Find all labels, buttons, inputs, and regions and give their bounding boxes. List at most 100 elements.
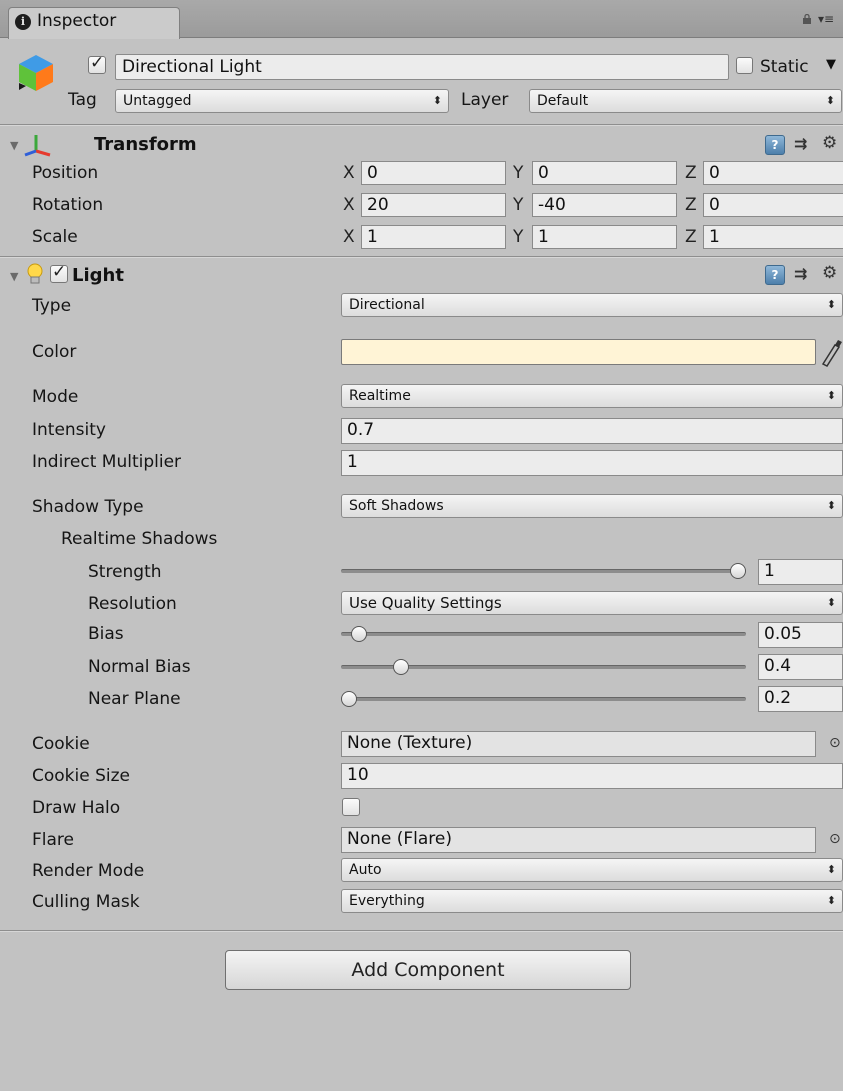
static-checkbox[interactable] (736, 57, 753, 74)
position-x-field[interactable]: 0 (361, 161, 506, 185)
layer-dropdown[interactable]: Default ⬍ (529, 89, 842, 113)
scale-z-field[interactable]: 1 (703, 225, 843, 249)
light-enabled-checkbox[interactable]: ✓ (50, 262, 68, 283)
tag-dropdown-value: Untagged (123, 93, 192, 109)
dropdown-arrow-icon: ⬍ (826, 863, 836, 876)
bias-slider-thumb[interactable] (350, 626, 367, 642)
normal-bias-slider-thumb[interactable] (392, 659, 409, 675)
object-picker-icon[interactable]: ⊙ (829, 735, 841, 751)
axis-x-label[interactable]: X (343, 194, 355, 216)
near-plane-label: Near Plane (88, 689, 181, 709)
transform-axes-icon (24, 135, 51, 157)
scale-label: Scale (32, 227, 78, 247)
culling-mask-dropdown-value: Everything (349, 893, 425, 909)
strength-label: Strength (88, 562, 162, 582)
tag-dropdown[interactable]: Untagged ⬍ (115, 89, 449, 113)
culling-mask-label: Culling Mask (32, 892, 140, 912)
axis-y-label[interactable]: Y (513, 162, 523, 184)
preset-icon[interactable]: ⇉ (794, 134, 807, 153)
intensity-label: Intensity (32, 420, 106, 440)
tab-inspector[interactable]: i Inspector (8, 7, 180, 39)
divider (0, 125, 843, 126)
type-label: Type (32, 296, 72, 316)
scale-y-field[interactable]: 1 (532, 225, 677, 249)
indirect-multiplier-field[interactable]: 1 (341, 450, 843, 476)
tag-label: Tag (68, 90, 97, 110)
render-mode-dropdown-value: Auto (349, 862, 382, 878)
position-y-field[interactable]: 0 (532, 161, 677, 185)
dropdown-arrow-icon: ⬍ (826, 499, 836, 512)
tab-label: Inspector (37, 11, 117, 31)
shadow-type-label: Shadow Type (32, 497, 144, 517)
help-icon[interactable]: ? (765, 135, 785, 155)
color-field[interactable] (341, 339, 816, 365)
resolution-label: Resolution (88, 594, 177, 614)
near-plane-field[interactable]: 0.2 (758, 686, 843, 712)
strength-slider-thumb[interactable] (730, 563, 746, 579)
axis-y-label[interactable]: Y (513, 226, 523, 248)
help-icon[interactable]: ? (765, 265, 785, 285)
mode-dropdown[interactable]: Realtime ⬍ (341, 384, 843, 408)
axis-x-label[interactable]: X (343, 226, 355, 248)
gear-icon[interactable]: ⚙ (822, 133, 837, 153)
indirect-multiplier-label: Indirect Multiplier (32, 452, 182, 472)
object-name-input[interactable]: Directional Light (115, 54, 729, 80)
active-checkbox[interactable]: ✓ (88, 53, 106, 74)
mode-label: Mode (32, 387, 79, 407)
strength-slider-track[interactable] (341, 569, 746, 573)
dropdown-arrow-icon: ⬍ (825, 94, 835, 107)
rotation-z-field[interactable]: 0 (703, 193, 843, 217)
bias-label: Bias (88, 624, 124, 644)
resolution-dropdown-value: Use Quality Settings (349, 594, 502, 612)
normal-bias-field[interactable]: 0.4 (758, 654, 843, 680)
layer-label: Layer (461, 90, 509, 110)
light-foldout-arrow-icon[interactable]: ▼ (10, 270, 18, 283)
rotation-y-field[interactable]: -40 (532, 193, 677, 217)
intensity-field[interactable]: 0.7 (341, 418, 843, 444)
rotation-x-field[interactable]: 20 (361, 193, 506, 217)
color-label: Color (32, 342, 77, 362)
tab-menu-icon[interactable]: ▾≡ (818, 12, 834, 26)
axis-x-label[interactable]: X (343, 162, 355, 184)
axis-y-label[interactable]: Y (513, 194, 523, 216)
divider (0, 257, 843, 258)
resolution-dropdown[interactable]: Use Quality Settings ⬍ (341, 591, 843, 615)
render-mode-label: Render Mode (32, 861, 145, 881)
flare-label: Flare (32, 830, 74, 850)
static-dropdown-arrow-icon[interactable]: ▼ (826, 57, 836, 72)
gear-icon[interactable]: ⚙ (822, 263, 837, 283)
cookie-size-field[interactable]: 10 (341, 763, 843, 789)
preset-icon[interactable]: ⇉ (794, 264, 807, 283)
layer-dropdown-value: Default (537, 93, 589, 109)
draw-halo-checkbox[interactable] (342, 798, 360, 816)
axis-z-label[interactable]: Z (685, 194, 697, 216)
mode-dropdown-value: Realtime (349, 388, 411, 404)
dropdown-arrow-icon: ⬍ (826, 894, 836, 907)
render-mode-dropdown[interactable]: Auto ⬍ (341, 858, 843, 882)
bias-slider-track[interactable] (341, 632, 746, 636)
strength-field[interactable]: 1 (758, 559, 843, 585)
position-label: Position (32, 163, 99, 183)
gameobject-cube-icon (19, 55, 53, 91)
flare-field[interactable]: None (Flare) (341, 827, 816, 853)
culling-mask-dropdown[interactable]: Everything ⬍ (341, 889, 843, 913)
transform-foldout-arrow-icon[interactable]: ▼ (10, 139, 18, 152)
draw-halo-label: Draw Halo (32, 798, 121, 818)
shadow-type-dropdown[interactable]: Soft Shadows ⬍ (341, 494, 843, 518)
inspector-tab-bar: i Inspector ▾≡ (0, 0, 843, 39)
position-z-field[interactable]: 0 (703, 161, 843, 185)
axis-z-label[interactable]: Z (685, 226, 697, 248)
realtime-shadows-label: Realtime Shadows (61, 529, 218, 549)
lock-icon[interactable] (802, 14, 812, 24)
near-plane-slider-track[interactable] (341, 697, 746, 701)
eyedropper-icon[interactable] (819, 337, 843, 367)
axis-z-label[interactable]: Z (685, 162, 697, 184)
near-plane-slider-thumb[interactable] (341, 691, 357, 707)
light-bulb-icon (27, 263, 43, 284)
type-dropdown[interactable]: Directional ⬍ (341, 293, 843, 317)
add-component-button[interactable]: Add Component (225, 950, 631, 990)
cookie-field[interactable]: None (Texture) (341, 731, 816, 757)
object-picker-icon[interactable]: ⊙ (829, 831, 841, 847)
bias-field[interactable]: 0.05 (758, 622, 843, 648)
scale-x-field[interactable]: 1 (361, 225, 506, 249)
